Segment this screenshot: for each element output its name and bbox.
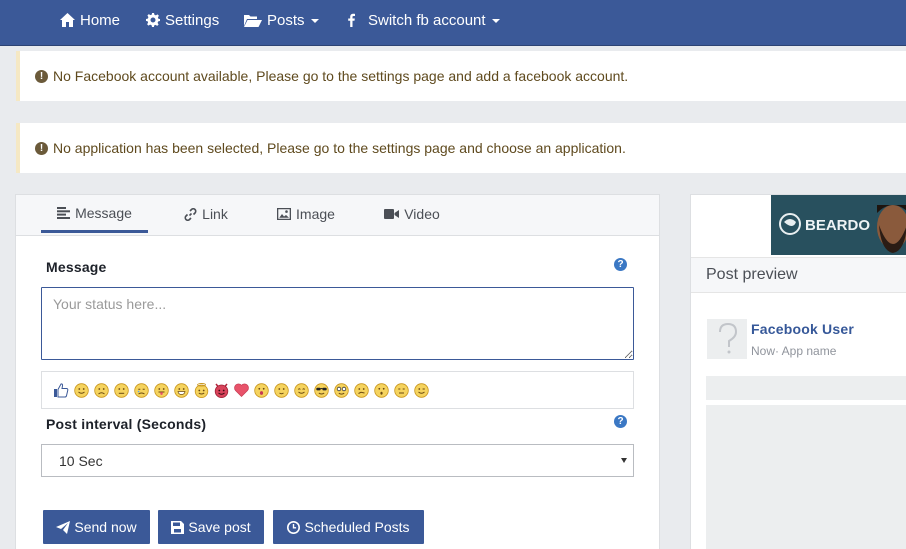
video-camera-icon	[384, 209, 400, 219]
caret-down-icon	[621, 458, 627, 463]
nav-home[interactable]: Home	[60, 0, 120, 40]
question-circle-icon[interactable]: ?	[614, 258, 627, 271]
nav-switch-account-dropdown[interactable]: Switch fb account	[346, 0, 500, 40]
nav-settings[interactable]: Settings	[146, 0, 219, 40]
link-icon	[184, 207, 197, 221]
post-interval-select[interactable]: 10 Sec	[41, 444, 634, 477]
neutral-emoji-icon[interactable]	[393, 382, 409, 398]
post-interval-value: 10 Sec	[59, 452, 103, 469]
unsure-emoji-icon[interactable]	[113, 382, 129, 398]
chevron-down-icon	[310, 19, 319, 23]
tab-link-label: Link	[202, 206, 228, 222]
composer-tabs: Message Link Image Video	[16, 195, 659, 236]
tab-video-label: Video	[404, 206, 440, 222]
tab-video[interactable]: Video	[384, 195, 440, 233]
tab-image[interactable]: Image	[276, 195, 336, 233]
facebook-icon	[348, 13, 355, 27]
save-post-button[interactable]: Save post	[158, 510, 264, 544]
preview-meta: Now· App name	[751, 344, 837, 358]
sunglasses-emoji-icon[interactable]	[313, 382, 329, 398]
post-preview-panel: BEARDO Post preview Facebook User Now· A…	[690, 194, 906, 549]
exclamation-circle-icon: !	[35, 141, 48, 155]
preview-media-placeholder	[706, 405, 906, 549]
beardo-banner-image: BEARDO	[771, 195, 906, 255]
chevron-down-icon	[491, 19, 500, 23]
post-interval-label: Post interval (Seconds)	[46, 416, 207, 432]
image-icon	[277, 208, 292, 220]
top-navbar: Home Settings Posts Switch fb account	[0, 0, 906, 46]
slight-smile-emoji-icon[interactable]	[273, 382, 289, 398]
alert-no-application: ! No application has been selected, Plea…	[16, 123, 906, 173]
post-preview-title: Post preview	[691, 257, 906, 293]
nav-posts-label: Posts	[267, 11, 305, 29]
emoji-bar	[41, 371, 634, 409]
nav-settings-label: Settings	[165, 11, 220, 29]
scheduled-posts-button[interactable]: Scheduled Posts	[273, 510, 424, 544]
nav-switch-account-label: Switch fb account	[368, 11, 486, 29]
exclamation-circle-icon: !	[35, 69, 48, 83]
alert-no-application-text: No application has been selected, Please…	[53, 140, 626, 156]
crying-emoji-icon[interactable]	[133, 382, 149, 398]
surprised-emoji-icon[interactable]	[373, 382, 389, 398]
angel-emoji-icon[interactable]	[193, 382, 209, 398]
nav-home-label: Home	[80, 11, 121, 29]
avatar	[707, 319, 747, 359]
paper-plane-icon	[56, 520, 71, 534]
tab-image-label: Image	[296, 206, 335, 222]
send-now-label: Send now	[74, 519, 137, 535]
tongue-emoji-icon[interactable]	[153, 382, 169, 398]
devil-emoji-icon[interactable]	[213, 382, 229, 398]
frown-emoji-icon[interactable]	[93, 382, 109, 398]
nav-posts-dropdown[interactable]: Posts	[244, 0, 319, 40]
alert-no-account: ! No Facebook account available, Please …	[16, 51, 906, 101]
clock-icon	[287, 520, 301, 534]
gear-icon	[146, 13, 160, 27]
question-mark-avatar-icon	[719, 322, 738, 354]
tab-message-label: Message	[75, 204, 132, 221]
folder-open-icon	[244, 14, 262, 27]
thumbs-up-icon[interactable]	[53, 382, 69, 398]
preview-text-placeholder	[706, 376, 906, 400]
home-icon	[60, 13, 75, 27]
heart-icon[interactable]	[233, 382, 249, 398]
wink-emoji-icon[interactable]	[413, 382, 429, 398]
alert-no-account-text: No Facebook account available, Please go…	[53, 68, 629, 84]
message-textarea[interactable]	[41, 287, 634, 360]
gasp-emoji-icon[interactable]	[253, 382, 269, 398]
tab-message[interactable]: Message	[41, 195, 148, 233]
glasses-emoji-icon[interactable]	[333, 382, 349, 398]
align-left-icon	[57, 206, 71, 219]
save-post-label: Save post	[188, 519, 251, 535]
scheduled-posts-label: Scheduled Posts	[304, 519, 410, 535]
happy-emoji-icon[interactable]	[293, 382, 309, 398]
tab-link[interactable]: Link	[182, 195, 230, 233]
preview-user-name[interactable]: Facebook User	[751, 321, 854, 337]
question-circle-icon[interactable]: ?	[614, 415, 627, 428]
floppy-disk-icon	[171, 520, 185, 534]
beardo-wordmark: BEARDO	[805, 217, 870, 234]
confused-emoji-icon[interactable]	[353, 382, 369, 398]
message-label: Message	[46, 259, 107, 275]
grin-emoji-icon[interactable]	[173, 382, 189, 398]
post-composer-panel: Message Link Image Video Message ? Your …	[15, 194, 660, 549]
smile-emoji-icon[interactable]	[73, 382, 89, 398]
send-now-button[interactable]: Send now	[43, 510, 150, 544]
